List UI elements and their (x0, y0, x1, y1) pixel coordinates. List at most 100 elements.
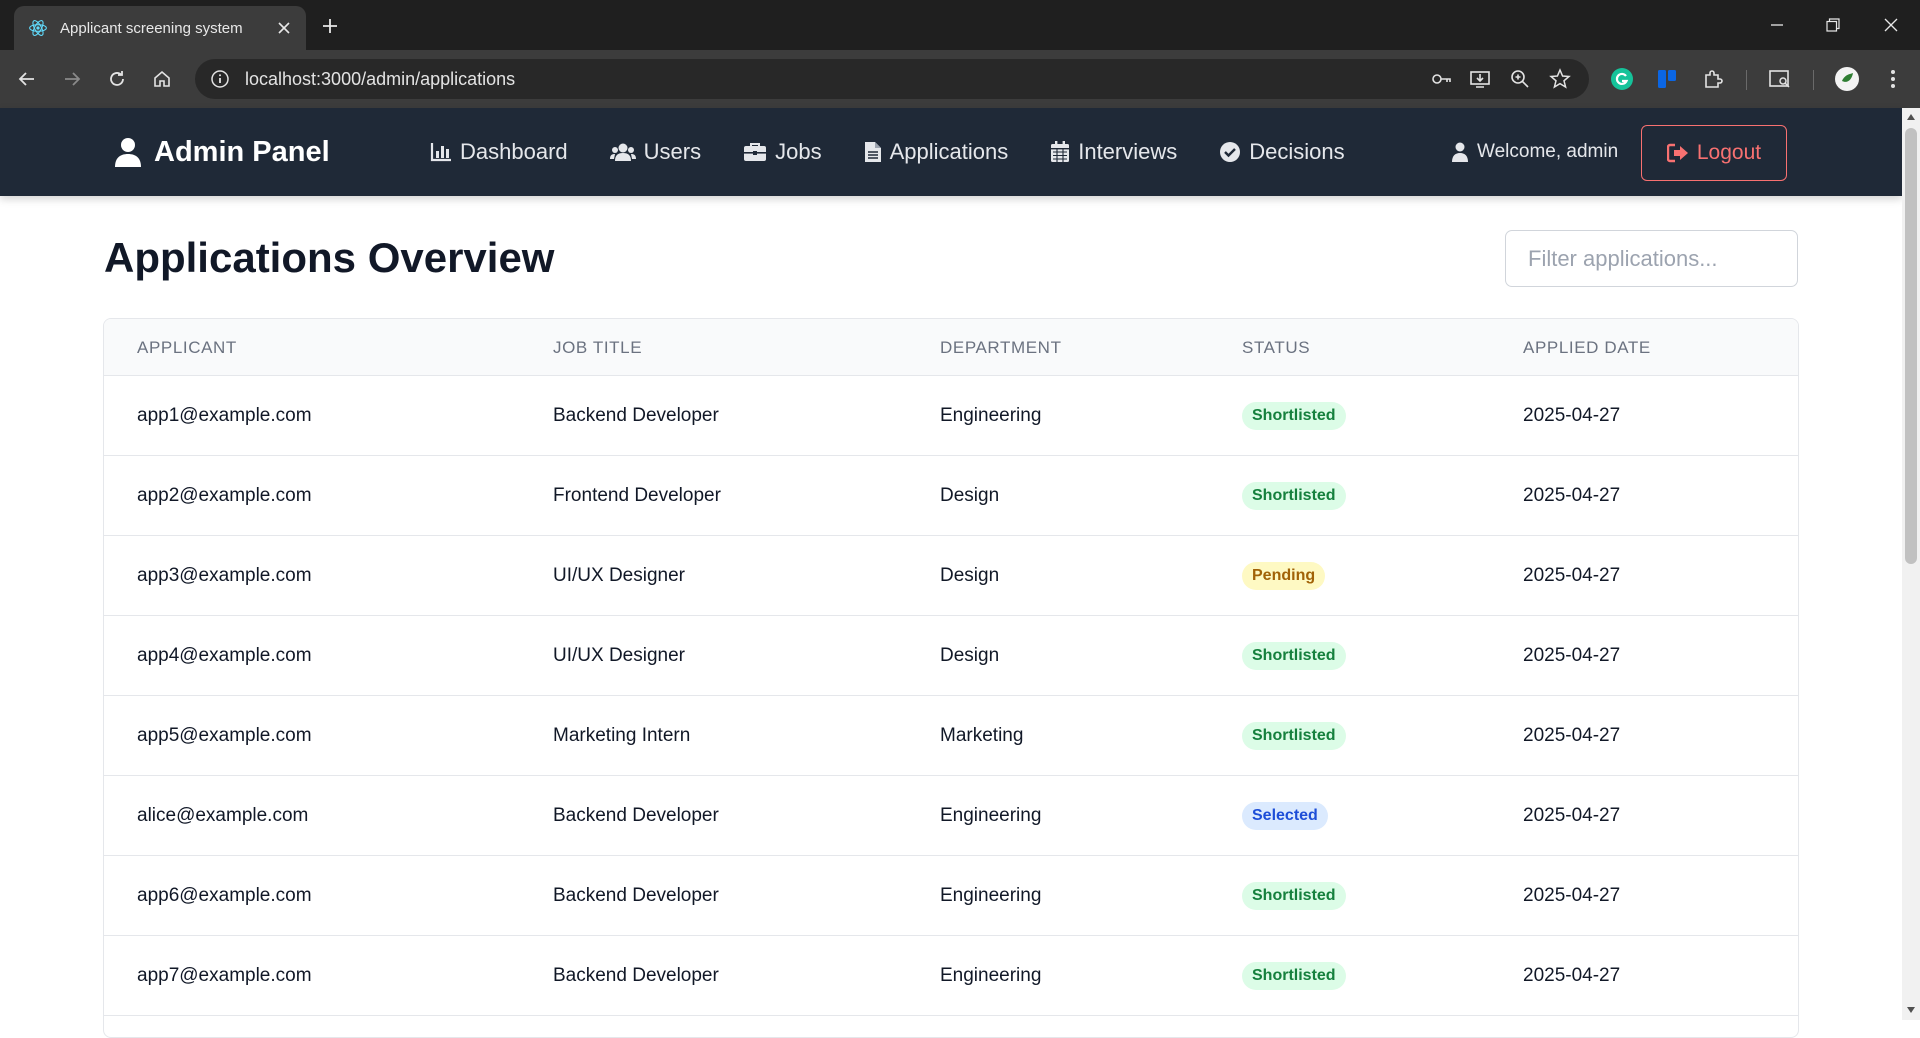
zoom-icon[interactable] (1505, 64, 1535, 94)
nav-users[interactable]: Users (609, 139, 701, 165)
column-header-department: DEPARTMENT (940, 337, 1062, 357)
status-badge: Shortlisted (1242, 642, 1346, 670)
column-header-applicant: APPLICANT (137, 337, 237, 357)
brand[interactable]: Admin Panel (114, 108, 330, 196)
applications-table: APPLICANT JOB TITLE DEPARTMENT STATUS AP… (103, 318, 1799, 1038)
status-cell: Shortlisted (1242, 616, 1346, 696)
status-badge: Shortlisted (1242, 722, 1346, 750)
reload-icon[interactable] (102, 64, 132, 94)
table-row[interactable]: app7@example.com Backend Developer Enginee… (104, 936, 1798, 1016)
table-header: APPLICANT JOB TITLE DEPARTMENT STATUS AP… (104, 319, 1798, 376)
applicant-email: alice@example.com (137, 805, 309, 826)
department: Engineering (940, 965, 1042, 986)
status-cell: Shortlisted (1242, 856, 1346, 936)
table-row[interactable]: alice@example.com Backend Developer Engine… (104, 776, 1798, 856)
restore-icon[interactable] (1818, 10, 1848, 40)
table-row[interactable]: app5@example.com Marketing Intern Marketin… (104, 696, 1798, 776)
filter-applications-input[interactable] (1505, 230, 1798, 287)
nav-links: Dashboard Users Jobs Applications Interv… (430, 108, 1387, 196)
applied-date: 2025-04-27 (1523, 965, 1621, 986)
applied-date: 2025-04-27 (1523, 885, 1621, 906)
status-cell: Shortlisted (1242, 456, 1346, 536)
new-tab-icon[interactable] (316, 12, 344, 40)
home-icon[interactable] (147, 64, 177, 94)
nav-jobs[interactable]: Jobs (743, 139, 822, 165)
site-info-icon[interactable] (207, 66, 233, 92)
nav-label: Dashboard (460, 139, 568, 164)
chart-bar-icon (430, 143, 451, 162)
applied-date: 2025-04-27 (1523, 405, 1621, 426)
status-badge: Pending (1242, 562, 1326, 590)
applied-date: 2025-04-27 (1523, 485, 1621, 506)
welcome-text: Welcome, admin (1477, 141, 1619, 162)
nav-label: Applications (889, 139, 1009, 164)
scrollbar-thumb[interactable] (1905, 128, 1917, 564)
nav-dashboard[interactable]: Dashboard (430, 139, 568, 165)
scroll-down-arrow-icon[interactable] (1904, 1003, 1918, 1017)
table-row[interactable]: app1@example.com Backend Developer Enginee… (104, 376, 1798, 456)
status-badge: Selected (1242, 802, 1328, 830)
department: Design (940, 485, 1000, 506)
bookmark-star-icon[interactable] (1545, 64, 1575, 94)
department: Engineering (940, 405, 1042, 426)
job-title: Backend Developer (553, 405, 719, 426)
address-bar[interactable]: localhost:3000/admin/applications (195, 59, 1589, 99)
applied-date: 2025-04-27 (1523, 805, 1621, 826)
extensions-puzzle-icon[interactable] (1698, 64, 1728, 94)
applicant-email: app7@example.com (137, 965, 312, 986)
minimize-icon[interactable] (1762, 10, 1792, 40)
department: Design (940, 565, 1000, 586)
trello-extension-icon[interactable] (1652, 64, 1682, 94)
scroll-up-arrow-icon[interactable] (1904, 110, 1918, 124)
job-title: Marketing Intern (553, 725, 691, 746)
status-badge: Shortlisted (1242, 402, 1346, 430)
column-header-job-title: JOB TITLE (553, 337, 643, 357)
users-icon (609, 143, 636, 161)
table-row[interactable]: app3@example.com UI/UX Designer Design Pend… (104, 536, 1798, 616)
url-text[interactable]: localhost:3000/admin/applications (245, 69, 515, 90)
user-icon (115, 138, 141, 167)
table-row[interactable]: app2@example.com Frontend Developer Design… (104, 456, 1798, 536)
applicant-email: app6@example.com (137, 885, 312, 906)
nav-decisions[interactable]: Decisions (1219, 139, 1345, 165)
applicant-email: app2@example.com (137, 485, 312, 506)
status-cell: Pending (1242, 536, 1326, 616)
close-tab-icon[interactable] (270, 14, 298, 42)
applicant-email: app5@example.com (137, 725, 312, 746)
nav-interviews[interactable]: Interviews (1050, 139, 1177, 165)
close-window-icon[interactable] (1876, 10, 1906, 40)
welcome-user: Welcome, admin (1451, 108, 1618, 196)
nav-label: Interviews (1078, 139, 1178, 164)
table-row[interactable]: app4@example.com UI/UX Designer Design Shor… (104, 616, 1798, 696)
column-header-applied-date: APPLIED DATE (1523, 337, 1651, 357)
applicant-email: app3@example.com (137, 565, 312, 586)
applied-date: 2025-04-27 (1523, 725, 1621, 746)
job-title: Backend Developer (553, 965, 719, 986)
brand-title: Admin Panel (154, 135, 330, 168)
department: Design (940, 645, 1000, 666)
sign-out-icon (1666, 143, 1688, 163)
nav-applications[interactable]: Applications (864, 139, 1009, 165)
back-icon[interactable] (12, 64, 42, 94)
status-cell: Shortlisted (1242, 376, 1346, 456)
logout-button[interactable]: Logout (1641, 125, 1787, 181)
install-app-icon[interactable] (1465, 64, 1495, 94)
user-icon (1452, 142, 1468, 162)
calendar-icon (1051, 141, 1070, 162)
check-circle-icon (1220, 142, 1241, 162)
status-cell: Shortlisted (1242, 696, 1346, 776)
applied-date: 2025-04-27 (1523, 645, 1621, 666)
password-key-icon[interactable] (1426, 64, 1456, 94)
grammarly-extension-icon[interactable] (1607, 64, 1637, 94)
admin-navbar: Admin Panel Dashboard Users Jobs Applica… (0, 108, 1902, 196)
browser-menu-icon[interactable] (1878, 64, 1908, 94)
department: Engineering (940, 885, 1042, 906)
side-panel-search-icon[interactable] (1765, 64, 1795, 94)
forward-icon[interactable] (57, 64, 87, 94)
nav-label: Jobs (775, 139, 822, 164)
applicant-email: app4@example.com (137, 645, 312, 666)
table-body: app1@example.com Backend Developer Enginee… (104, 376, 1798, 1016)
browser-tab[interactable]: Applicant screening system (14, 6, 306, 50)
profile-avatar-icon[interactable] (1832, 64, 1862, 94)
table-row[interactable]: app6@example.com Backend Developer Enginee… (104, 856, 1798, 936)
